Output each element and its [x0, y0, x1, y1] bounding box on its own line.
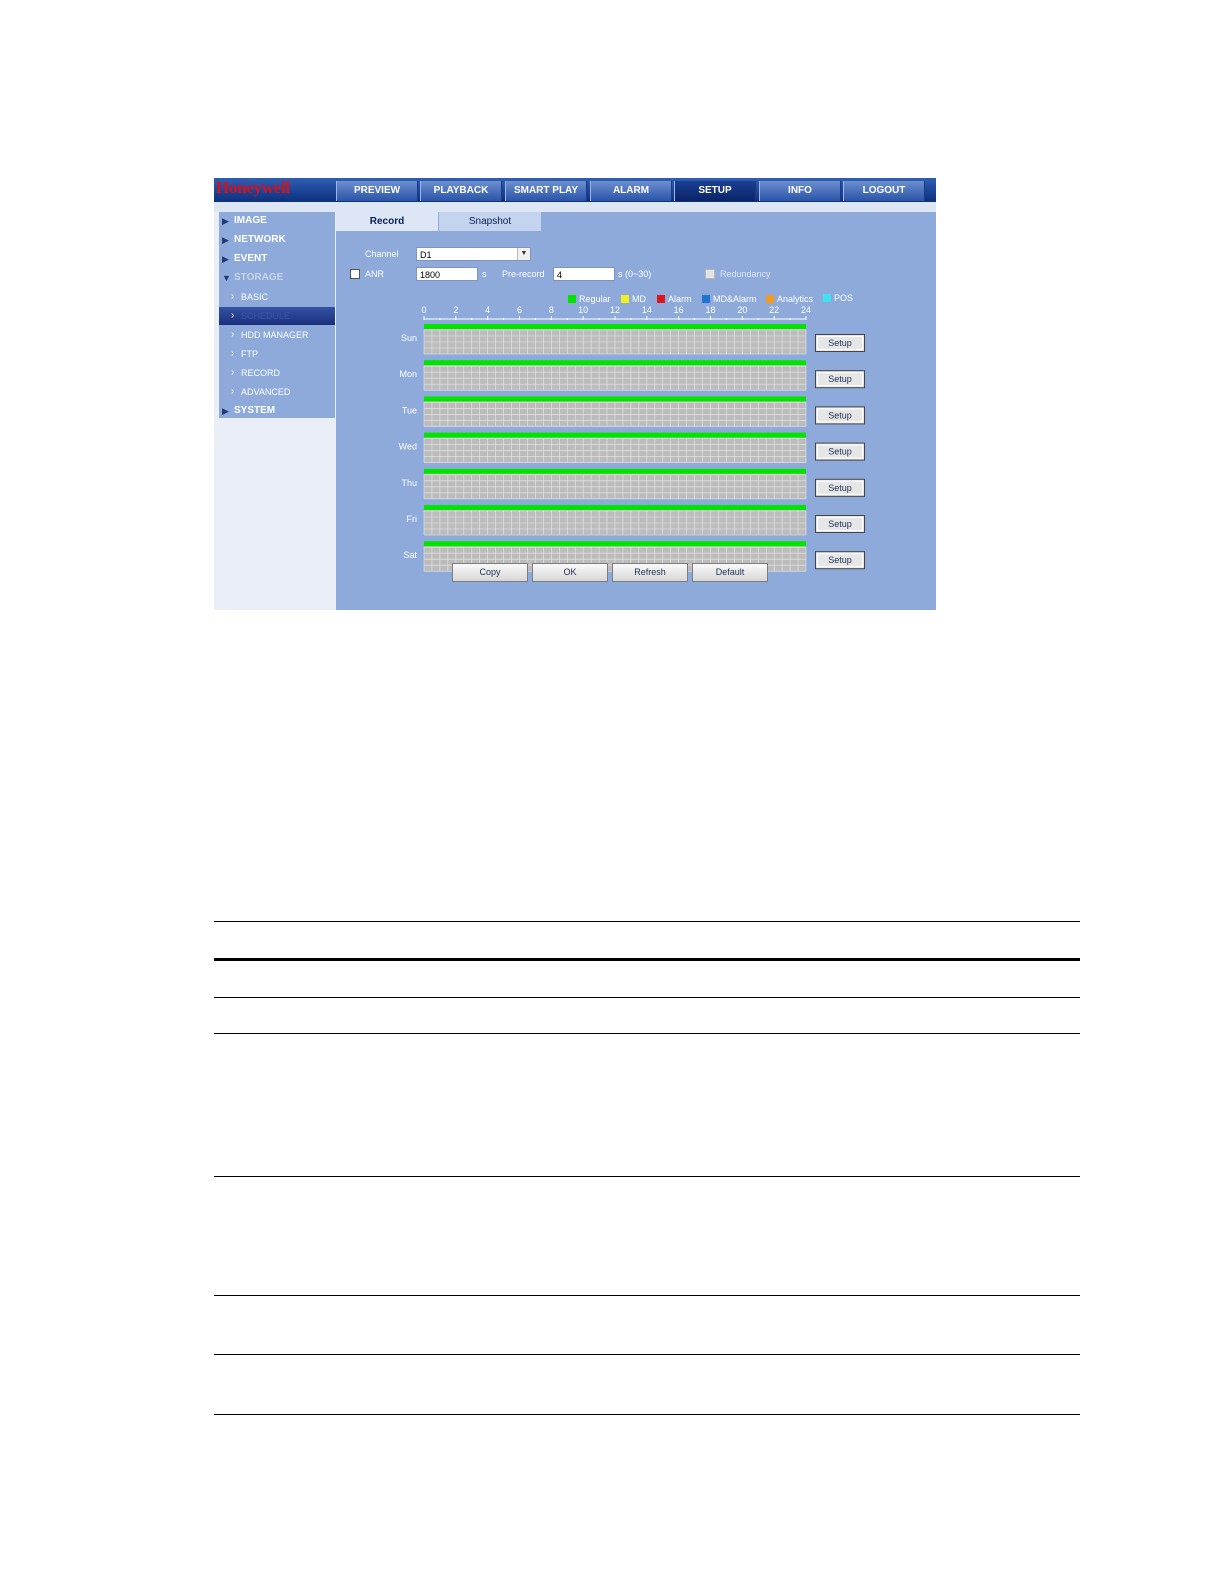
chevron-right-icon: › — [231, 291, 235, 302]
ok-button[interactable]: OK — [532, 563, 608, 582]
regular-record-bar — [424, 324, 806, 329]
chevron-right-icon: › — [231, 367, 235, 378]
regular-record-bar — [424, 468, 806, 474]
setup-button-label[interactable]: Setup — [828, 338, 852, 348]
setup-button-label[interactable]: Setup — [828, 374, 852, 384]
sidebar-item-label: RECORD — [241, 368, 281, 378]
nav-tab-playback[interactable]: PLAYBACK — [420, 181, 502, 201]
sidebar-item-storage[interactable]: ▼ STORAGE — [219, 269, 335, 287]
day-label: Fri — [407, 514, 418, 524]
setup-button-label[interactable]: Setup — [828, 447, 852, 457]
sidebar-item-label: BASIC — [241, 292, 269, 302]
sidebar-item-label: ADVANCED — [241, 387, 291, 397]
table-rule — [214, 1354, 1080, 1355]
table-rule — [214, 1295, 1080, 1296]
sidebar-item-label: FTP — [241, 349, 258, 359]
day-label: Sun — [401, 333, 417, 343]
chevron-right-icon: › — [231, 329, 235, 340]
table-rule — [214, 997, 1080, 998]
schedule-panel: Record Snapshot Channel D1 ▼ ANR 1800 s … — [336, 212, 936, 610]
regular-record-bar — [424, 396, 806, 402]
triangle-right-icon: ▶ — [222, 216, 229, 226]
nav-tab-preview[interactable]: PREVIEW — [336, 181, 418, 201]
chevron-right-icon: › — [231, 310, 235, 321]
nav-tab-smart-play[interactable]: SMART PLAY — [505, 181, 587, 201]
hour-tick-label: 20 — [737, 305, 747, 315]
nav-tab-alarm[interactable]: ALARM — [590, 181, 672, 201]
table-rule — [214, 1033, 1080, 1034]
hour-tick-label: 24 — [801, 305, 811, 315]
day-label: Mon — [399, 369, 417, 379]
hour-tick-label: 2 — [453, 305, 458, 315]
sidebar-item-ftp[interactable]: › FTP — [219, 345, 335, 363]
regular-record-bar — [424, 360, 806, 366]
hour-tick-label: 0 — [421, 305, 426, 315]
table-rule — [214, 1414, 1080, 1415]
nav-tab-logout[interactable]: LOGOUT — [843, 181, 925, 201]
sidebar-item-record[interactable]: › RECORD — [219, 364, 335, 382]
sidebar-item-hdd-manager[interactable]: › HDD MANAGER — [219, 326, 335, 344]
day-label: Wed — [399, 442, 417, 452]
regular-record-bar — [424, 432, 806, 438]
sidebar-item-event[interactable]: ▶ EVENT — [219, 250, 335, 268]
sidebar-item-label: HDD MANAGER — [241, 330, 309, 340]
triangle-right-icon: ▶ — [222, 254, 229, 264]
weekly-schedule-grid[interactable]: 0 2 4 6 8 10 12 14 16 18 20 22 24Sun SetupMon SetupTue… — [336, 212, 936, 610]
setup-button-label[interactable]: Setup — [828, 410, 852, 420]
top-navigation-bar: Honeywell PREVIEW PLAYBACK SMART PLAY AL… — [214, 178, 936, 202]
hour-tick-label: 10 — [578, 305, 588, 315]
chevron-right-icon: › — [231, 348, 235, 359]
sidebar-menu: ▶ IMAGE ▶ NETWORK ▶ EVENT ▼ STORAGE › BA… — [219, 212, 335, 418]
regular-record-bar — [424, 505, 806, 510]
triangle-right-icon: ▶ — [222, 406, 229, 416]
nav-tab-info[interactable]: INFO — [759, 181, 841, 201]
brand-logo: Honeywell — [216, 178, 290, 197]
hour-tick-label: 18 — [705, 305, 715, 315]
hour-tick-label: 16 — [674, 305, 684, 315]
sidebar: ▶ IMAGE ▶ NETWORK ▶ EVENT ▼ STORAGE › BA… — [214, 212, 336, 610]
copy-button[interactable]: Copy — [452, 563, 528, 582]
hour-tick-label: 12 — [610, 305, 620, 315]
hour-tick-label: 8 — [549, 305, 554, 315]
sidebar-item-network[interactable]: ▶ NETWORK — [219, 231, 335, 249]
sidebar-item-advanced[interactable]: › ADVANCED — [219, 383, 335, 401]
sidebar-item-label: IMAGE — [234, 215, 267, 226]
sidebar-item-schedule[interactable]: › SCHEDULE — [219, 307, 335, 325]
default-button[interactable]: Default — [692, 563, 768, 582]
sidebar-item-label: STORAGE — [234, 272, 284, 283]
hour-tick-label: 6 — [517, 305, 522, 315]
sub-header-strip — [214, 202, 936, 212]
sidebar-item-label: NETWORK — [234, 234, 286, 245]
table-rule — [214, 1176, 1080, 1177]
day-label: Tue — [402, 405, 417, 415]
sidebar-item-label: SYSTEM — [234, 405, 276, 416]
setup-button-label[interactable]: Setup — [828, 483, 852, 493]
triangle-down-icon: ▼ — [222, 273, 231, 283]
sidebar-item-label: SCHEDULE — [241, 311, 291, 321]
hour-tick-label: 14 — [642, 305, 652, 315]
hour-tick-label: 22 — [769, 305, 779, 315]
refresh-button[interactable]: Refresh — [612, 563, 688, 582]
hour-tick-label: 4 — [485, 305, 490, 315]
setup-button-label[interactable]: Setup — [828, 555, 852, 565]
regular-record-bar — [424, 541, 806, 547]
table-header-rule — [214, 958, 1080, 961]
chevron-right-icon: › — [231, 386, 235, 397]
day-label: Sat — [403, 550, 417, 560]
sidebar-item-label: EVENT — [234, 253, 268, 264]
app-screenshot: Honeywell PREVIEW PLAYBACK SMART PLAY AL… — [214, 178, 936, 610]
sidebar-item-basic[interactable]: › BASIC — [219, 288, 335, 306]
nav-tab-setup[interactable]: SETUP — [674, 181, 756, 201]
table-rule — [214, 921, 1080, 922]
sidebar-item-image[interactable]: ▶ IMAGE — [219, 212, 335, 230]
day-label: Thu — [401, 478, 417, 488]
setup-button-label[interactable]: Setup — [828, 519, 852, 529]
triangle-right-icon: ▶ — [222, 235, 229, 245]
sidebar-item-system[interactable]: ▶ SYSTEM — [219, 402, 335, 420]
